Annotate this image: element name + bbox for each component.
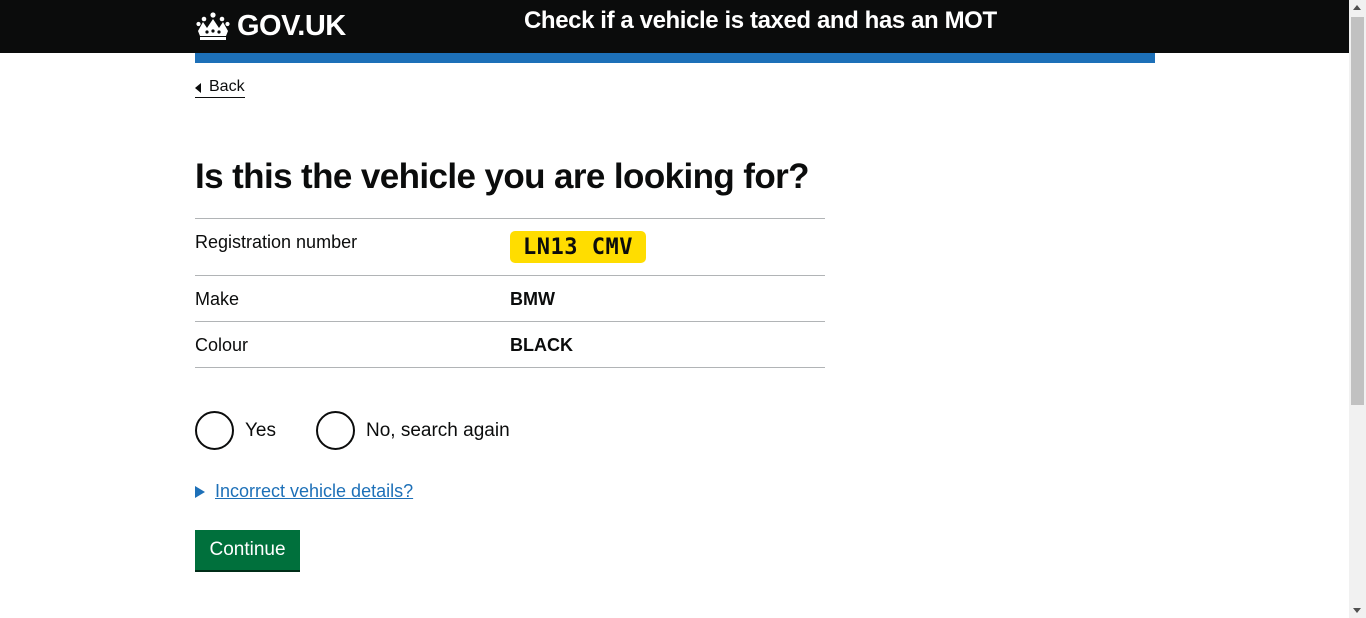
summary-value: LN13 CMV bbox=[510, 219, 646, 275]
back-link[interactable]: Back bbox=[195, 77, 245, 98]
number-plate: LN13 CMV bbox=[510, 231, 646, 263]
summary-row-registration: Registration number LN13 CMV bbox=[195, 219, 825, 276]
summary-value: BLACK bbox=[510, 335, 573, 355]
vertical-scrollbar[interactable] bbox=[1349, 0, 1366, 618]
continue-button[interactable]: Continue bbox=[195, 530, 300, 570]
incorrect-details-toggle[interactable]: Incorrect vehicle details? bbox=[195, 481, 413, 502]
vehicle-summary-list: Registration number LN13 CMV Make BMW Co… bbox=[195, 218, 825, 368]
summary-key: Colour bbox=[195, 335, 249, 355]
govuk-logo-link[interactable]: GOV.UK bbox=[195, 9, 346, 43]
radio-yes-input[interactable] bbox=[195, 411, 234, 450]
scroll-up-arrow-icon[interactable] bbox=[1353, 5, 1361, 10]
confirm-vehicle-radios: Yes No, search again bbox=[195, 411, 510, 450]
logo-text: GOV.UK bbox=[237, 9, 346, 42]
chevron-left-icon bbox=[195, 83, 201, 93]
header-blue-bar bbox=[195, 53, 1155, 63]
incorrect-details-link[interactable]: Incorrect vehicle details? bbox=[215, 481, 413, 502]
summary-value: BMW bbox=[510, 289, 555, 309]
scrollbar-thumb[interactable] bbox=[1351, 17, 1364, 405]
site-header: GOV.UK Check if a vehicle is taxed and h… bbox=[0, 0, 1349, 53]
crown-icon bbox=[196, 12, 230, 40]
radio-yes-label[interactable]: Yes bbox=[245, 420, 276, 442]
summary-row-colour: Colour BLACK bbox=[195, 322, 825, 368]
summary-row-make: Make BMW bbox=[195, 276, 825, 322]
service-name-link[interactable]: Check if a vehicle is taxed and has an M… bbox=[524, 7, 997, 35]
page-title: Is this the vehicle you are looking for? bbox=[195, 157, 810, 196]
summary-key: Registration number bbox=[195, 232, 358, 252]
radio-no[interactable]: No, search again bbox=[316, 411, 510, 450]
scroll-down-arrow-icon[interactable] bbox=[1353, 608, 1361, 613]
radio-no-label[interactable]: No, search again bbox=[366, 420, 510, 442]
radio-no-input[interactable] bbox=[316, 411, 355, 450]
back-link-label: Back bbox=[209, 78, 245, 95]
triangle-right-icon bbox=[195, 485, 205, 498]
summary-key: Make bbox=[195, 289, 240, 309]
radio-yes[interactable]: Yes bbox=[195, 411, 276, 450]
